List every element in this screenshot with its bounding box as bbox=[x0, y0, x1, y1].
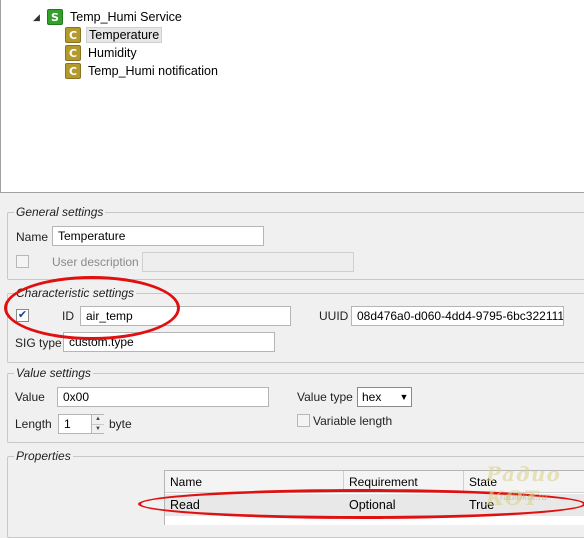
name-field[interactable]: Temperature bbox=[52, 226, 264, 246]
value-label: Value bbox=[15, 390, 45, 404]
characteristic-label: Humidity bbox=[88, 46, 137, 60]
user-description-field[interactable] bbox=[142, 252, 354, 272]
chevron-down-icon: ▼ bbox=[399, 392, 409, 402]
id-field[interactable]: air_temp bbox=[80, 306, 291, 326]
length-label: Length bbox=[15, 417, 52, 431]
characteristic-label: Temp_Humi notification bbox=[88, 64, 218, 78]
characteristic-icon: C bbox=[65, 27, 81, 43]
id-checkbox[interactable]: ✔ bbox=[16, 309, 29, 322]
spin-up-icon[interactable]: ▲ bbox=[92, 415, 104, 425]
value-field[interactable]: 0x00 bbox=[57, 387, 269, 407]
length-unit-label: byte bbox=[109, 417, 132, 431]
characteristic-settings-group bbox=[7, 293, 584, 363]
table-cell-requirement[interactable]: Optional bbox=[344, 494, 464, 516]
tree-node-characteristic[interactable]: C Temperature bbox=[65, 27, 163, 43]
value-settings-title: Value settings bbox=[14, 366, 93, 380]
tree-node-characteristic[interactable]: C Temp_Humi notification bbox=[65, 63, 220, 79]
user-description-label: User description bbox=[52, 255, 139, 269]
properties-title: Properties bbox=[14, 449, 73, 463]
watermark-subtext: radiokot.ru bbox=[500, 492, 548, 503]
characteristic-icon: C bbox=[65, 45, 81, 61]
uuid-field[interactable]: 08d476a0-d060-4dd4-9795-6bc322111c bbox=[351, 306, 564, 326]
user-description-checkbox[interactable] bbox=[16, 255, 29, 268]
variable-length-label: Variable length bbox=[313, 414, 393, 428]
name-label: Name bbox=[16, 230, 49, 244]
tree-node-characteristic[interactable]: C Humidity bbox=[65, 45, 139, 61]
table-cell-name[interactable]: Read bbox=[165, 494, 344, 516]
uuid-label: UUID bbox=[319, 309, 349, 323]
service-icon: S bbox=[47, 9, 63, 25]
service-label: Temp_Humi Service bbox=[70, 10, 182, 24]
spin-down-icon[interactable]: ▼ bbox=[92, 424, 104, 433]
value-type-select[interactable]: hex ▼ bbox=[357, 387, 412, 407]
tree-node-service[interactable]: ◢ S Temp_Humi Service bbox=[33, 9, 184, 25]
characteristic-settings-title: Characteristic settings bbox=[14, 286, 137, 300]
value-type-selected: hex bbox=[362, 390, 382, 404]
sig-type-field[interactable]: custom.type bbox=[63, 332, 275, 352]
characteristic-label: Temperature bbox=[86, 27, 163, 43]
watermark-logo: Радио КОТ radiokot.ru bbox=[486, 462, 584, 522]
characteristic-icon: C bbox=[65, 63, 81, 79]
sig-type-label: SIG type bbox=[15, 336, 62, 350]
general-settings-title: General settings bbox=[14, 205, 106, 219]
length-spinner[interactable]: ▲ ▼ bbox=[91, 415, 104, 433]
gatt-tree-panel: ◢ S Temp_Humi Service C Temperature C Hu… bbox=[0, 0, 584, 193]
column-header-name[interactable]: Name bbox=[165, 471, 344, 493]
collapse-triangle-icon[interactable]: ◢ bbox=[33, 12, 43, 23]
value-type-label: Value type bbox=[297, 390, 353, 404]
column-header-requirement[interactable]: Requirement bbox=[344, 471, 464, 493]
id-label: ID bbox=[62, 309, 74, 323]
variable-length-checkbox[interactable] bbox=[297, 414, 310, 427]
